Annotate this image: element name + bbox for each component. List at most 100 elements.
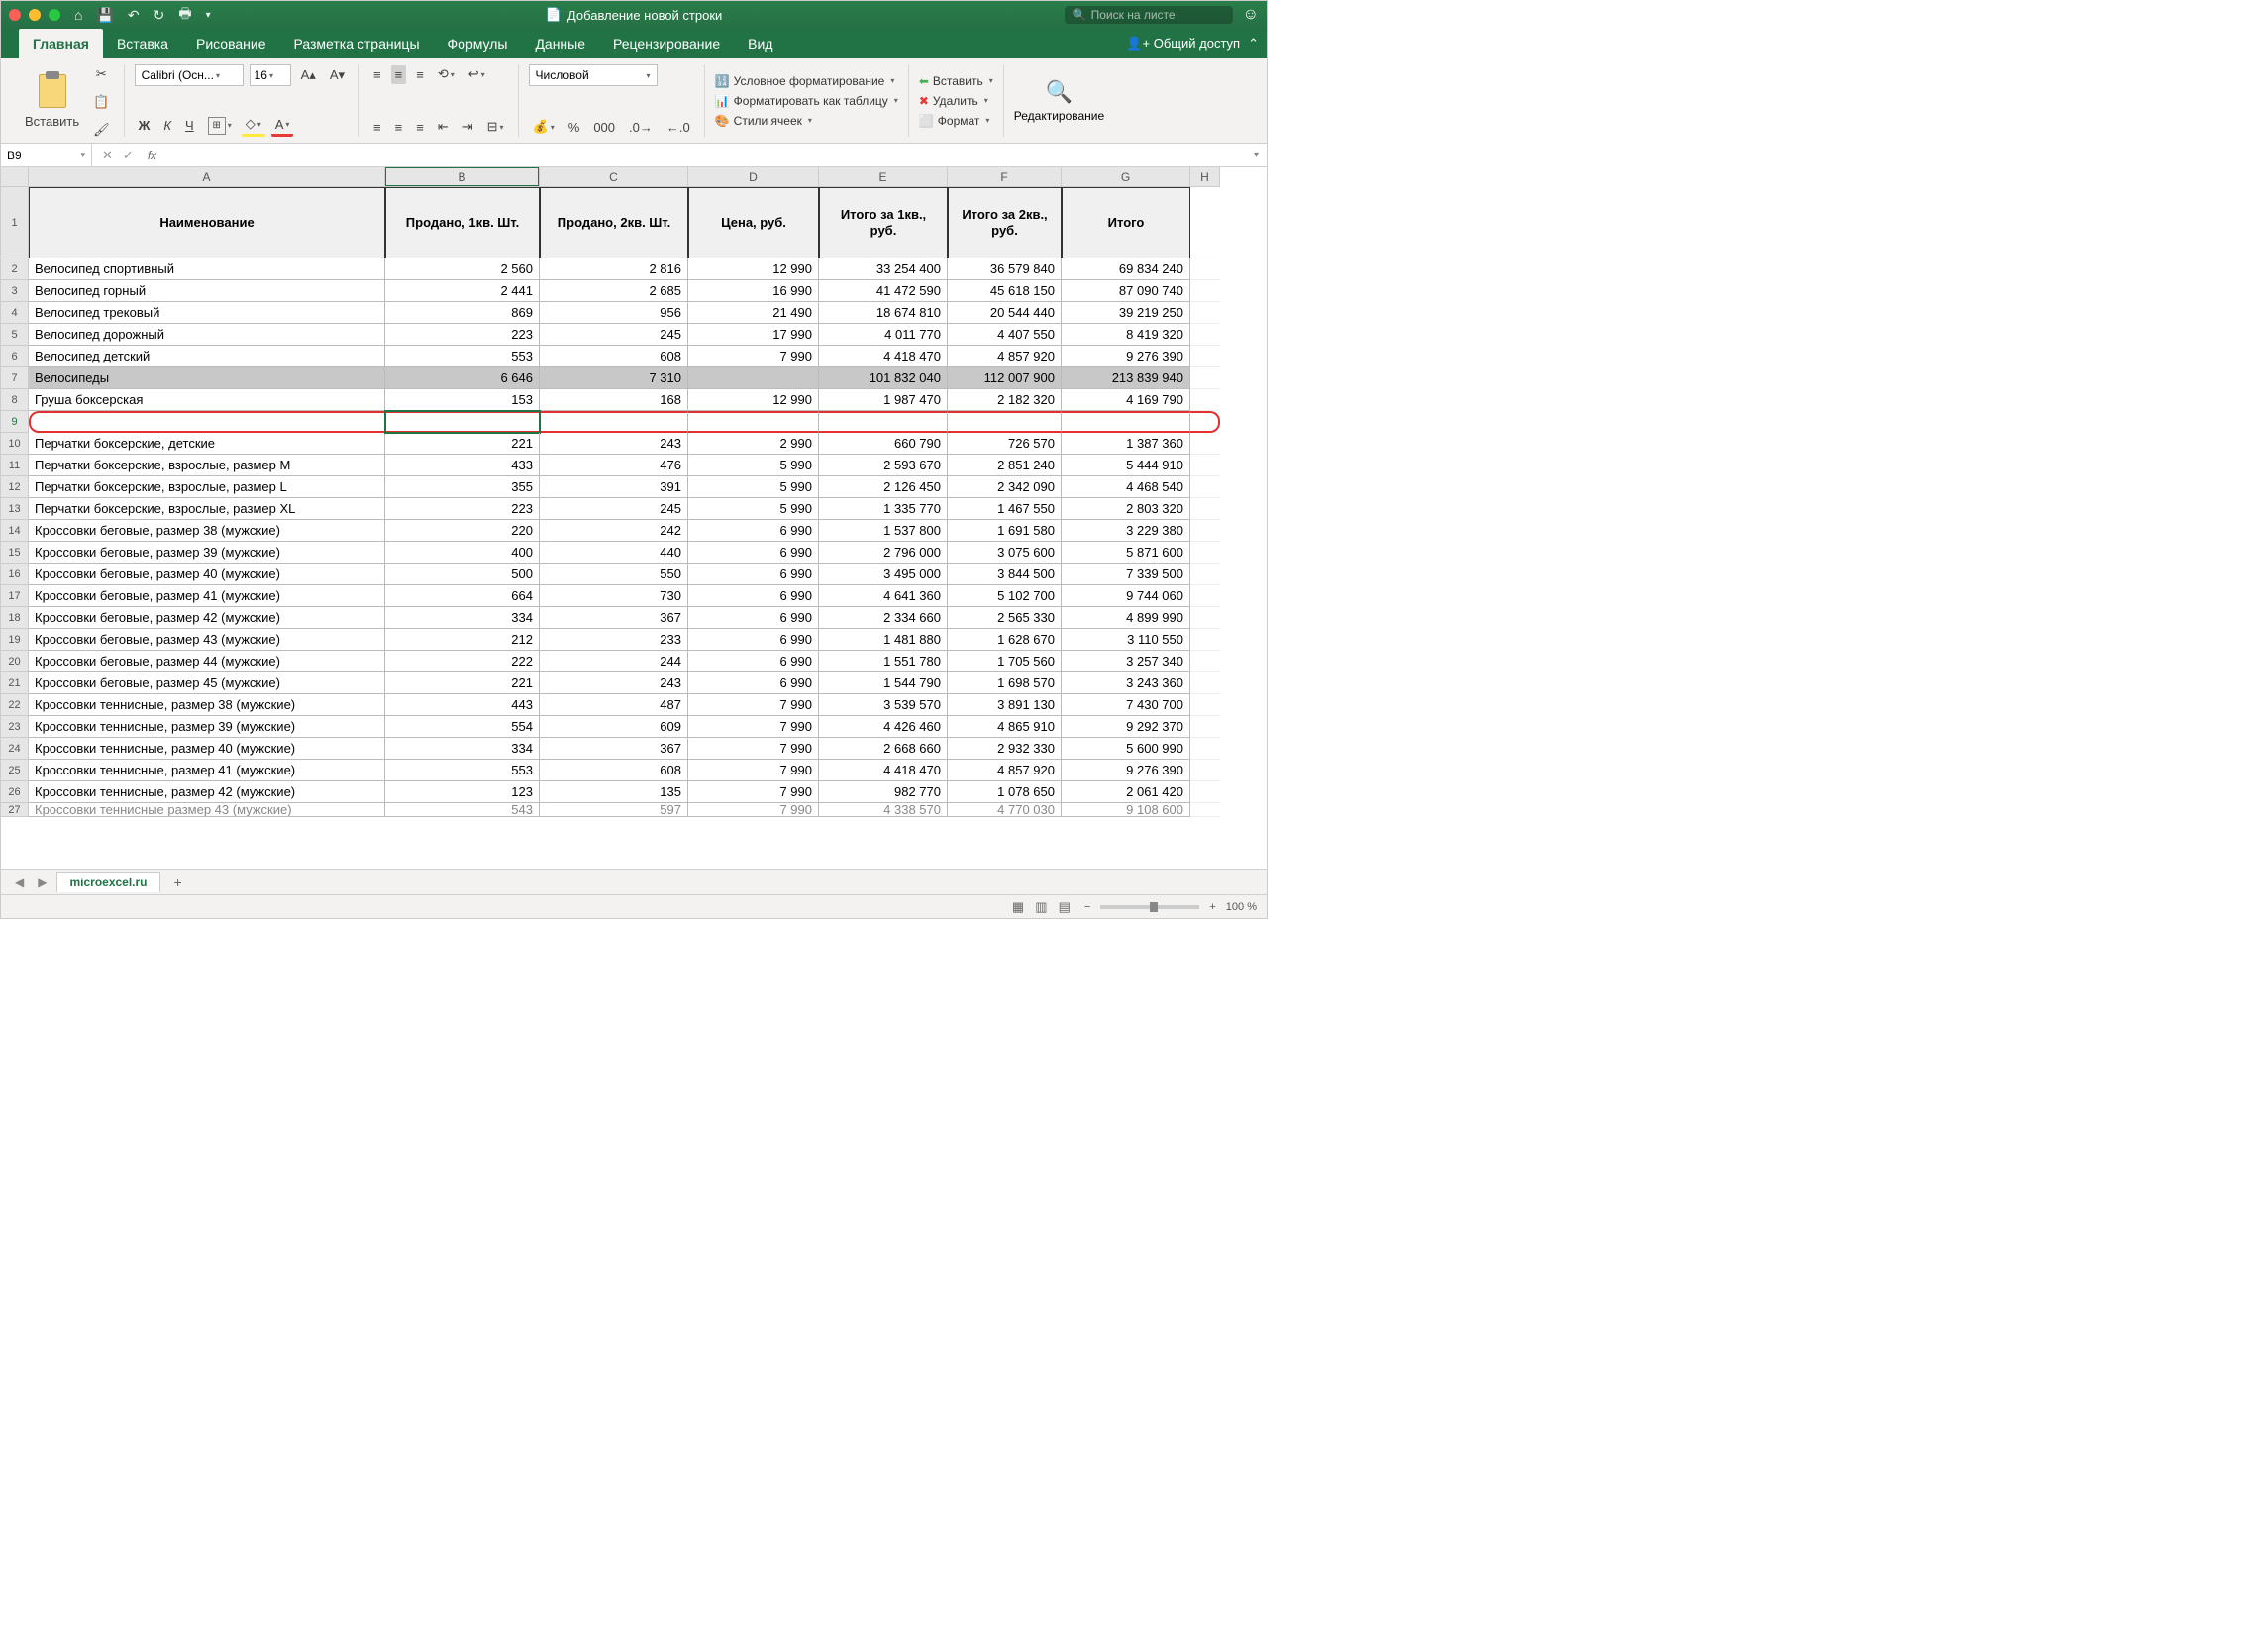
row-header[interactable]: 3 [1, 280, 29, 302]
cell[interactable]: 334 [385, 607, 540, 629]
cell[interactable]: 7 990 [688, 346, 819, 367]
font-name-select[interactable]: Calibri (Осн...▾ [135, 64, 244, 86]
cell[interactable]: 4 770 030 [948, 803, 1062, 817]
share-button[interactable]: 👤+ Общий доступ [1126, 36, 1240, 52]
row-header[interactable]: 16 [1, 564, 29, 585]
cell-styles-button[interactable]: 🎨 Стили ячеек▾ [715, 114, 898, 128]
cell[interactable]: 3 257 340 [1062, 651, 1190, 672]
currency-icon[interactable]: 💰▾ [529, 117, 559, 137]
cell[interactable]: 222 [385, 651, 540, 672]
cell[interactable]: 7 310 [540, 367, 688, 389]
cell[interactable] [1190, 498, 1220, 520]
cell[interactable]: Велосипед детский [29, 346, 385, 367]
expand-formula-bar-icon[interactable]: ▾ [1246, 150, 1267, 160]
zoom-level[interactable]: 100 % [1226, 901, 1257, 913]
merge-icon[interactable]: ⊟▾ [483, 117, 508, 137]
cell[interactable]: 597 [540, 803, 688, 817]
cell[interactable]: 487 [540, 694, 688, 716]
cell[interactable]: 4 338 570 [819, 803, 948, 817]
cell[interactable]: 9 292 370 [1062, 716, 1190, 738]
row-header[interactable]: 19 [1, 629, 29, 651]
cell[interactable]: 1 467 550 [948, 498, 1062, 520]
cell[interactable]: 608 [540, 760, 688, 781]
cell[interactable]: Кроссовки теннисные, размер 39 (мужские) [29, 716, 385, 738]
collapse-ribbon-icon[interactable]: ⌃ [1248, 36, 1259, 52]
cell[interactable]: 2 182 320 [948, 389, 1062, 411]
search-input[interactable] [1091, 8, 1225, 22]
table-header-cell[interactable]: Продано, 2кв. Шт. [540, 187, 688, 258]
page-layout-view-icon[interactable]: ▥ [1031, 899, 1051, 914]
cell[interactable]: 5 990 [688, 476, 819, 498]
cell[interactable]: 6 990 [688, 607, 819, 629]
cell[interactable]: 243 [540, 433, 688, 455]
align-center-icon[interactable]: ≡ [391, 118, 407, 137]
page-break-view-icon[interactable]: ▤ [1055, 899, 1075, 914]
cell[interactable]: 2 593 670 [819, 455, 948, 476]
cell[interactable]: Перчатки боксерские, детские [29, 433, 385, 455]
cell[interactable] [1190, 280, 1220, 302]
cell[interactable]: 609 [540, 716, 688, 738]
cell[interactable]: 2 816 [540, 258, 688, 280]
row-header[interactable]: 10 [1, 433, 29, 455]
cell[interactable]: 123 [385, 781, 540, 803]
cell[interactable]: 7 430 700 [1062, 694, 1190, 716]
close-window-button[interactable] [9, 9, 21, 21]
wrap-text-icon[interactable]: ↩▾ [464, 64, 489, 84]
cell[interactable]: 9 276 390 [1062, 760, 1190, 781]
row-header[interactable]: 2 [1, 258, 29, 280]
cell[interactable]: 5 102 700 [948, 585, 1062, 607]
cell[interactable]: 220 [385, 520, 540, 542]
cell[interactable]: 500 [385, 564, 540, 585]
cell[interactable]: 3 110 550 [1062, 629, 1190, 651]
cell[interactable]: Велосипед спортивный [29, 258, 385, 280]
cell[interactable]: 7 990 [688, 694, 819, 716]
cell[interactable]: 2 565 330 [948, 607, 1062, 629]
cell[interactable] [1190, 324, 1220, 346]
cell[interactable] [1190, 629, 1220, 651]
cell[interactable]: 476 [540, 455, 688, 476]
cell[interactable] [1190, 455, 1220, 476]
delete-cells-button[interactable]: ✖ Удалить▾ [919, 94, 993, 108]
cell[interactable]: 33 254 400 [819, 258, 948, 280]
cell[interactable]: Кроссовки беговые, размер 38 (мужские) [29, 520, 385, 542]
cell[interactable]: 41 472 590 [819, 280, 948, 302]
cell[interactable]: 16 990 [688, 280, 819, 302]
align-top-icon[interactable]: ≡ [369, 65, 385, 84]
cell[interactable]: 2 126 450 [819, 476, 948, 498]
undo-icon[interactable]: ↶ [128, 7, 140, 24]
col-header-A[interactable]: A [29, 167, 385, 187]
cell[interactable] [1190, 607, 1220, 629]
cell[interactable]: 5 444 910 [1062, 455, 1190, 476]
find-icon[interactable]: 🔍 [1046, 79, 1073, 105]
cell[interactable]: 334 [385, 738, 540, 760]
cell[interactable]: Велосипеды [29, 367, 385, 389]
col-header-C[interactable]: C [540, 167, 688, 187]
qat-more-icon[interactable]: ▾ [206, 10, 211, 21]
cell[interactable]: 1 078 650 [948, 781, 1062, 803]
accept-formula-icon[interactable]: ✓ [123, 148, 134, 163]
cell[interactable]: 223 [385, 324, 540, 346]
cell[interactable] [1190, 258, 1220, 280]
cell[interactable]: 1 705 560 [948, 651, 1062, 672]
cell[interactable]: 212 [385, 629, 540, 651]
cell[interactable]: Кроссовки беговые, размер 43 (мужские) [29, 629, 385, 651]
percent-icon[interactable]: % [564, 118, 584, 137]
cell[interactable]: 3 229 380 [1062, 520, 1190, 542]
cell[interactable]: 17 990 [688, 324, 819, 346]
cell[interactable]: 1 691 580 [948, 520, 1062, 542]
cell[interactable]: 9 108 600 [1062, 803, 1190, 817]
increase-font-icon[interactable]: A▴ [297, 65, 320, 85]
cell[interactable]: 7 990 [688, 781, 819, 803]
cell[interactable]: 101 832 040 [819, 367, 948, 389]
cell[interactable]: 21 490 [688, 302, 819, 324]
cell[interactable]: 7 990 [688, 716, 819, 738]
cell[interactable]: 4 899 990 [1062, 607, 1190, 629]
cell[interactable]: 3 891 130 [948, 694, 1062, 716]
cell[interactable]: 18 674 810 [819, 302, 948, 324]
cell[interactable] [1190, 389, 1220, 411]
cell[interactable]: 3 075 600 [948, 542, 1062, 564]
tab-insert[interactable]: Вставка [103, 29, 182, 58]
cell[interactable]: Кроссовки беговые, размер 40 (мужские) [29, 564, 385, 585]
orientation-icon[interactable]: ⟲▾ [434, 64, 459, 84]
cell[interactable]: Кроссовки теннисные, размер 42 (мужские) [29, 781, 385, 803]
